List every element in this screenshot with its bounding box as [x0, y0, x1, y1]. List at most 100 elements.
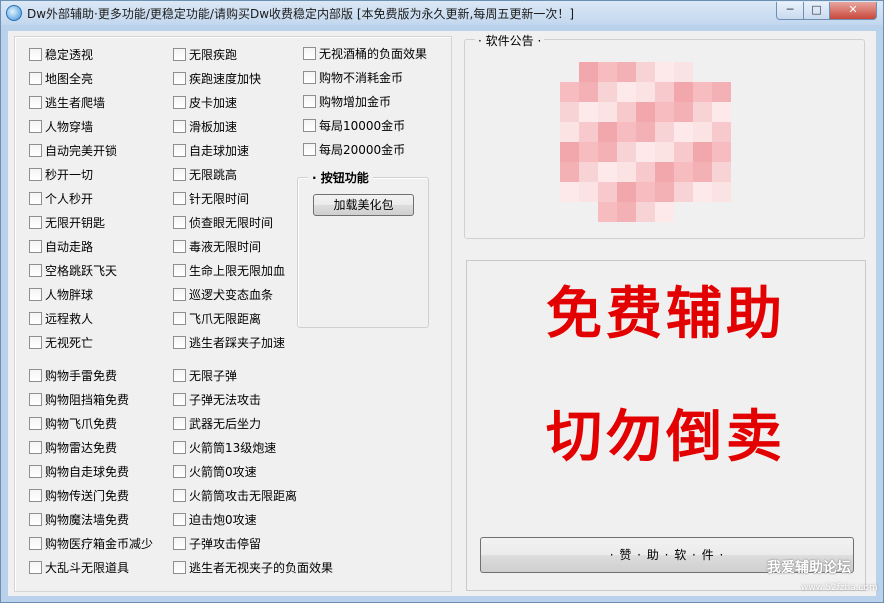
feature-checkbox[interactable]: 皮卡加速 [173, 95, 237, 111]
checkbox-box[interactable] [303, 47, 316, 60]
feature-checkbox[interactable]: 购物不消耗金币 [303, 70, 403, 86]
feature-checkbox[interactable]: 逃生者爬墙 [29, 95, 105, 111]
checkbox-box[interactable] [303, 71, 316, 84]
feature-checkbox[interactable]: 人物穿墙 [29, 119, 93, 135]
checkbox-box[interactable] [173, 240, 186, 253]
checkbox-box[interactable] [29, 312, 42, 325]
checkbox-box[interactable] [29, 216, 42, 229]
feature-checkbox[interactable]: 火箭筒13级炮速 [173, 440, 276, 456]
checkbox-box[interactable] [173, 288, 186, 301]
feature-checkbox[interactable]: 侦查眼无限时间 [173, 215, 273, 231]
checkbox-box[interactable] [29, 441, 42, 454]
feature-checkbox[interactable]: 个人秒开 [29, 191, 93, 207]
checkbox-box[interactable] [173, 537, 186, 550]
feature-checkbox[interactable]: 自动走路 [29, 239, 93, 255]
checkbox-box[interactable] [173, 120, 186, 133]
checkbox-box[interactable] [29, 417, 42, 430]
checkbox-box[interactable] [29, 264, 42, 277]
checkbox-box[interactable] [173, 192, 186, 205]
feature-checkbox[interactable]: 购物魔法墙免费 [29, 512, 129, 528]
feature-checkbox[interactable]: 滑板加速 [173, 119, 237, 135]
checkbox-box[interactable] [303, 143, 316, 156]
checkbox-box[interactable] [173, 168, 186, 181]
feature-checkbox[interactable]: 火箭筒攻击无限距离 [173, 488, 297, 504]
feature-checkbox[interactable]: 地图全亮 [29, 71, 93, 87]
checkbox-box[interactable] [29, 144, 42, 157]
checkbox-box[interactable] [29, 96, 42, 109]
feature-checkbox[interactable]: 购物传送门免费 [29, 488, 129, 504]
feature-checkbox[interactable]: 逃生者无视夹子的负面效果 [173, 560, 333, 576]
feature-checkbox[interactable]: 逃生者踩夹子加速 [173, 335, 285, 351]
feature-checkbox[interactable]: 无限跳高 [173, 167, 237, 183]
feature-checkbox[interactable]: 无视死亡 [29, 335, 93, 351]
checkbox-box[interactable] [29, 336, 42, 349]
feature-checkbox[interactable]: 购物雷达免费 [29, 440, 117, 456]
checkbox-box[interactable] [173, 441, 186, 454]
feature-checkbox[interactable]: 人物胖球 [29, 287, 93, 303]
feature-checkbox[interactable]: 购物医疗箱金币减少 [29, 536, 153, 552]
checkbox-box[interactable] [29, 489, 42, 502]
feature-checkbox[interactable]: 大乱斗无限道具 [29, 560, 129, 576]
feature-checkbox[interactable]: 远程救人 [29, 311, 93, 327]
checkbox-box[interactable] [173, 393, 186, 406]
feature-checkbox[interactable]: 无视酒桶的负面效果 [303, 46, 427, 62]
checkbox-box[interactable] [29, 240, 42, 253]
checkbox-box[interactable] [173, 489, 186, 502]
checkbox-box[interactable] [29, 168, 42, 181]
checkbox-box[interactable] [173, 72, 186, 85]
checkbox-box[interactable] [29, 72, 42, 85]
checkbox-box[interactable] [29, 393, 42, 406]
checkbox-box[interactable] [173, 312, 186, 325]
checkbox-box[interactable] [173, 369, 186, 382]
feature-checkbox[interactable]: 迫击炮0攻速 [173, 512, 257, 528]
feature-checkbox[interactable]: 秒开一切 [29, 167, 93, 183]
feature-checkbox[interactable]: 购物手雷免费 [29, 368, 117, 384]
checkbox-box[interactable] [29, 288, 42, 301]
feature-checkbox[interactable]: 武器无后坐力 [173, 416, 261, 432]
feature-checkbox[interactable]: 疾跑速度加快 [173, 71, 261, 87]
checkbox-box[interactable] [29, 561, 42, 574]
feature-checkbox[interactable]: 火箭筒0攻速 [173, 464, 257, 480]
feature-checkbox[interactable]: 购物阻挡箱免费 [29, 392, 129, 408]
checkbox-box[interactable] [173, 513, 186, 526]
title-bar[interactable]: Dw外部辅助·更多功能/更稳定功能/请购买Dw收费稳定内部版 [本免费版为永久更… [1, 1, 883, 25]
feature-checkbox[interactable]: 飞爪无限距离 [173, 311, 261, 327]
checkbox-box[interactable] [173, 417, 186, 430]
feature-checkbox[interactable]: 无限开钥匙 [29, 215, 105, 231]
checkbox-box[interactable] [29, 465, 42, 478]
checkbox-box[interactable] [173, 216, 186, 229]
checkbox-box[interactable] [173, 264, 186, 277]
checkbox-box[interactable] [173, 465, 186, 478]
checkbox-box[interactable] [173, 48, 186, 61]
close-button[interactable]: ✕ [829, 2, 877, 20]
feature-checkbox[interactable]: 子弹攻击停留 [173, 536, 261, 552]
checkbox-box[interactable] [29, 369, 42, 382]
feature-checkbox[interactable]: 巡逻犬变态血条 [173, 287, 273, 303]
checkbox-box[interactable] [173, 336, 186, 349]
checkbox-box[interactable] [29, 513, 42, 526]
checkbox-box[interactable] [303, 119, 316, 132]
minimize-button[interactable]: ─ [776, 2, 804, 20]
feature-checkbox[interactable]: 每局20000金币 [303, 142, 405, 158]
feature-checkbox[interactable]: 每局10000金币 [303, 118, 405, 134]
feature-checkbox[interactable]: 子弹无法攻击 [173, 392, 261, 408]
feature-checkbox[interactable]: 针无限时间 [173, 191, 249, 207]
checkbox-box[interactable] [29, 120, 42, 133]
feature-checkbox[interactable]: 空格跳跃飞天 [29, 263, 117, 279]
checkbox-box[interactable] [173, 561, 186, 574]
feature-checkbox[interactable]: 自动完美开锁 [29, 143, 117, 159]
feature-checkbox[interactable]: 毒液无限时间 [173, 239, 261, 255]
checkbox-box[interactable] [173, 144, 186, 157]
maximize-button[interactable]: □ [803, 2, 830, 20]
checkbox-box[interactable] [29, 537, 42, 550]
checkbox-box[interactable] [173, 96, 186, 109]
checkbox-box[interactable] [29, 192, 42, 205]
feature-checkbox[interactable]: 购物增加金币 [303, 94, 391, 110]
feature-checkbox[interactable]: 无限疾跑 [173, 47, 237, 63]
feature-checkbox[interactable]: 自走球加速 [173, 143, 249, 159]
checkbox-box[interactable] [303, 95, 316, 108]
checkbox-box[interactable] [29, 48, 42, 61]
feature-checkbox[interactable]: 购物飞爪免费 [29, 416, 117, 432]
load-skin-pack-button[interactable]: 加载美化包 [313, 194, 414, 216]
feature-checkbox[interactable]: 生命上限无限加血 [173, 263, 285, 279]
